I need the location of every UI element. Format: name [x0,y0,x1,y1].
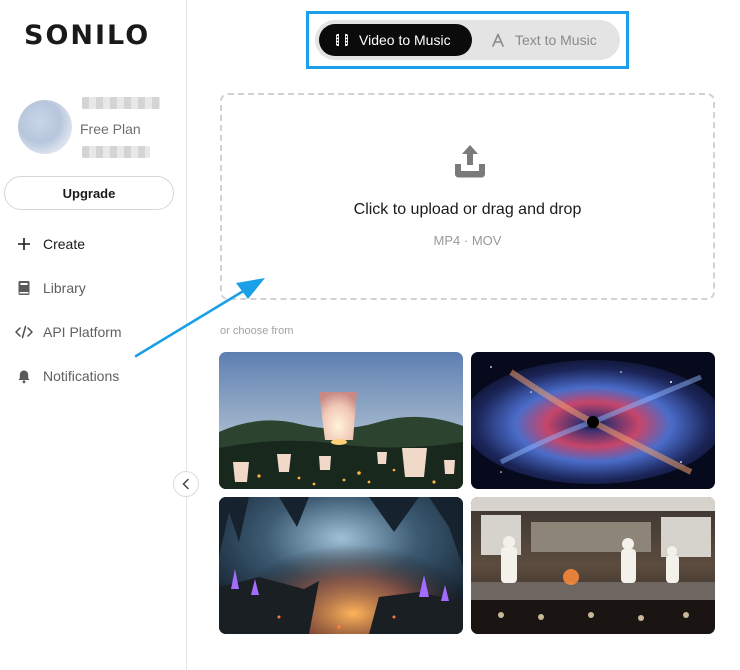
nav-create-label: Create [43,236,86,252]
avatar[interactable] [18,100,72,154]
tab-text-to-music-label: Text to Music [515,32,597,48]
sample-thumbnail-lanterns[interactable] [219,352,463,489]
username-redacted [82,97,160,109]
sample-thumbnail-cave[interactable] [219,497,463,634]
tab-text-to-music[interactable]: Text to Music [485,24,615,56]
nav-notifications-label: Notifications [43,368,120,384]
nav-api-platform[interactable]: API Platform [14,320,122,344]
sample-thumbnail-nebula[interactable] [471,352,715,489]
nav-library-label: Library [43,280,86,296]
sidebar: SONILO Free Plan Upgrade Create Library … [0,0,187,670]
bell-icon [14,366,34,386]
tab-video-to-music[interactable]: Video to Music [319,24,472,56]
upload-icon [455,145,485,178]
nav-notifications[interactable]: Notifications [14,364,119,388]
nav-api-platform-label: API Platform [43,324,122,340]
upgrade-button[interactable]: Upgrade [4,176,174,210]
collapse-sidebar-button[interactable] [173,471,199,497]
chevron-left-icon [182,478,189,490]
plus-icon [14,234,34,254]
film-icon [333,31,351,49]
app-logo[interactable]: SONILO [24,20,150,51]
nav-library[interactable]: Library [14,276,86,300]
samples-heading: or choose from [220,325,294,337]
upload-title: Click to upload or drag and drop [353,201,582,218]
plan-label: Free Plan [80,121,141,137]
book-icon [14,278,34,298]
upload-dropzone[interactable]: Click to upload or drag and drop MP4 · M… [220,93,715,300]
sample-thumbnail-kitchen[interactable] [471,497,715,634]
credits-redacted [82,146,150,158]
text-icon [489,31,507,49]
mode-toggle: Video to Music Text to Music [315,20,620,60]
upload-formats: MP4 · MOV [433,233,502,248]
code-icon [14,322,34,342]
nav-create[interactable]: Create [14,232,85,256]
tab-video-to-music-label: Video to Music [359,32,451,48]
